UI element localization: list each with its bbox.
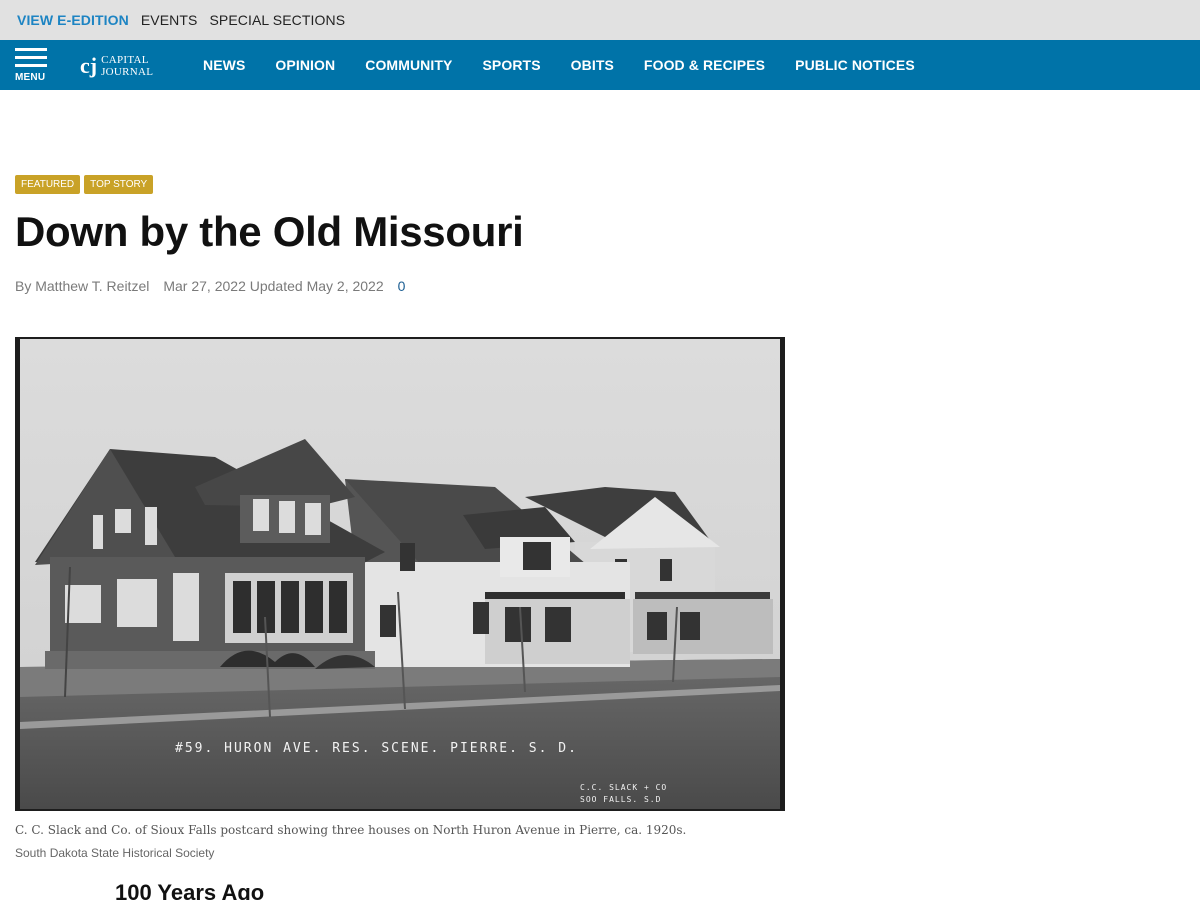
- logo-mark: cj: [80, 53, 98, 78]
- byline: By Matthew T. Reitzel Mar 27, 2022 Updat…: [15, 278, 405, 294]
- nav-public-notices[interactable]: PUBLIC NOTICES: [795, 57, 915, 73]
- menu-button[interactable]: MENU: [15, 48, 49, 84]
- view-e-edition-link[interactable]: VIEW E-EDITION: [17, 12, 129, 28]
- photo-caption: C. C. Slack and Co. of Sioux Falls postc…: [15, 823, 687, 837]
- logo-line-1: CAPITAL: [101, 54, 149, 66]
- postcard-inscription: #59. HURON AVE. RES. SCENE. PIERRE. S. D…: [175, 741, 578, 756]
- utility-bar: VIEW E-EDITION EVENTS SPECIAL SECTIONS: [0, 0, 1200, 40]
- logo-text: CAPITAL JOURNAL: [101, 54, 153, 78]
- nav-opinion[interactable]: OPINION: [275, 57, 335, 73]
- special-sections-link[interactable]: SPECIAL SECTIONS: [209, 12, 345, 28]
- article-badges: FEATURED TOP STORY: [15, 175, 157, 194]
- top-story-badge[interactable]: TOP STORY: [84, 175, 154, 194]
- postcard-image: #59. HURON AVE. RES. SCENE. PIERRE. S. D…: [20, 339, 780, 809]
- nav-sports[interactable]: SPORTS: [482, 57, 540, 73]
- nav-food-recipes[interactable]: FOOD & RECIPES: [644, 57, 765, 73]
- nav-obits[interactable]: OBITS: [571, 57, 614, 73]
- primary-nav-links: NEWS OPINION COMMUNITY SPORTS OBITS FOOD…: [203, 40, 945, 90]
- article-photo[interactable]: #59. HURON AVE. RES. SCENE. PIERRE. S. D…: [15, 337, 785, 811]
- article-headline: Down by the Old Missouri: [15, 208, 524, 255]
- comment-count[interactable]: 0: [398, 278, 406, 294]
- site-logo[interactable]: cj CAPITAL JOURNAL: [80, 54, 153, 78]
- nav-community[interactable]: COMMUNITY: [365, 57, 452, 73]
- events-link[interactable]: EVENTS: [141, 12, 198, 28]
- nav-news[interactable]: NEWS: [203, 57, 245, 73]
- publish-date: Mar 27, 2022 Updated May 2, 2022: [163, 278, 384, 294]
- photo-credit: South Dakota State Historical Society: [15, 846, 215, 860]
- postcard-maker-line-2: SOO FALLS. S.D: [580, 795, 661, 804]
- author[interactable]: By Matthew T. Reitzel: [15, 278, 149, 294]
- menu-label: MENU: [15, 72, 46, 83]
- section-subhead: 100 Years Ago: [115, 880, 265, 900]
- postcard-maker-line-1: C.C. SLACK + CO: [580, 783, 667, 792]
- featured-badge[interactable]: FEATURED: [15, 175, 81, 194]
- logo-line-2: JOURNAL: [101, 66, 154, 78]
